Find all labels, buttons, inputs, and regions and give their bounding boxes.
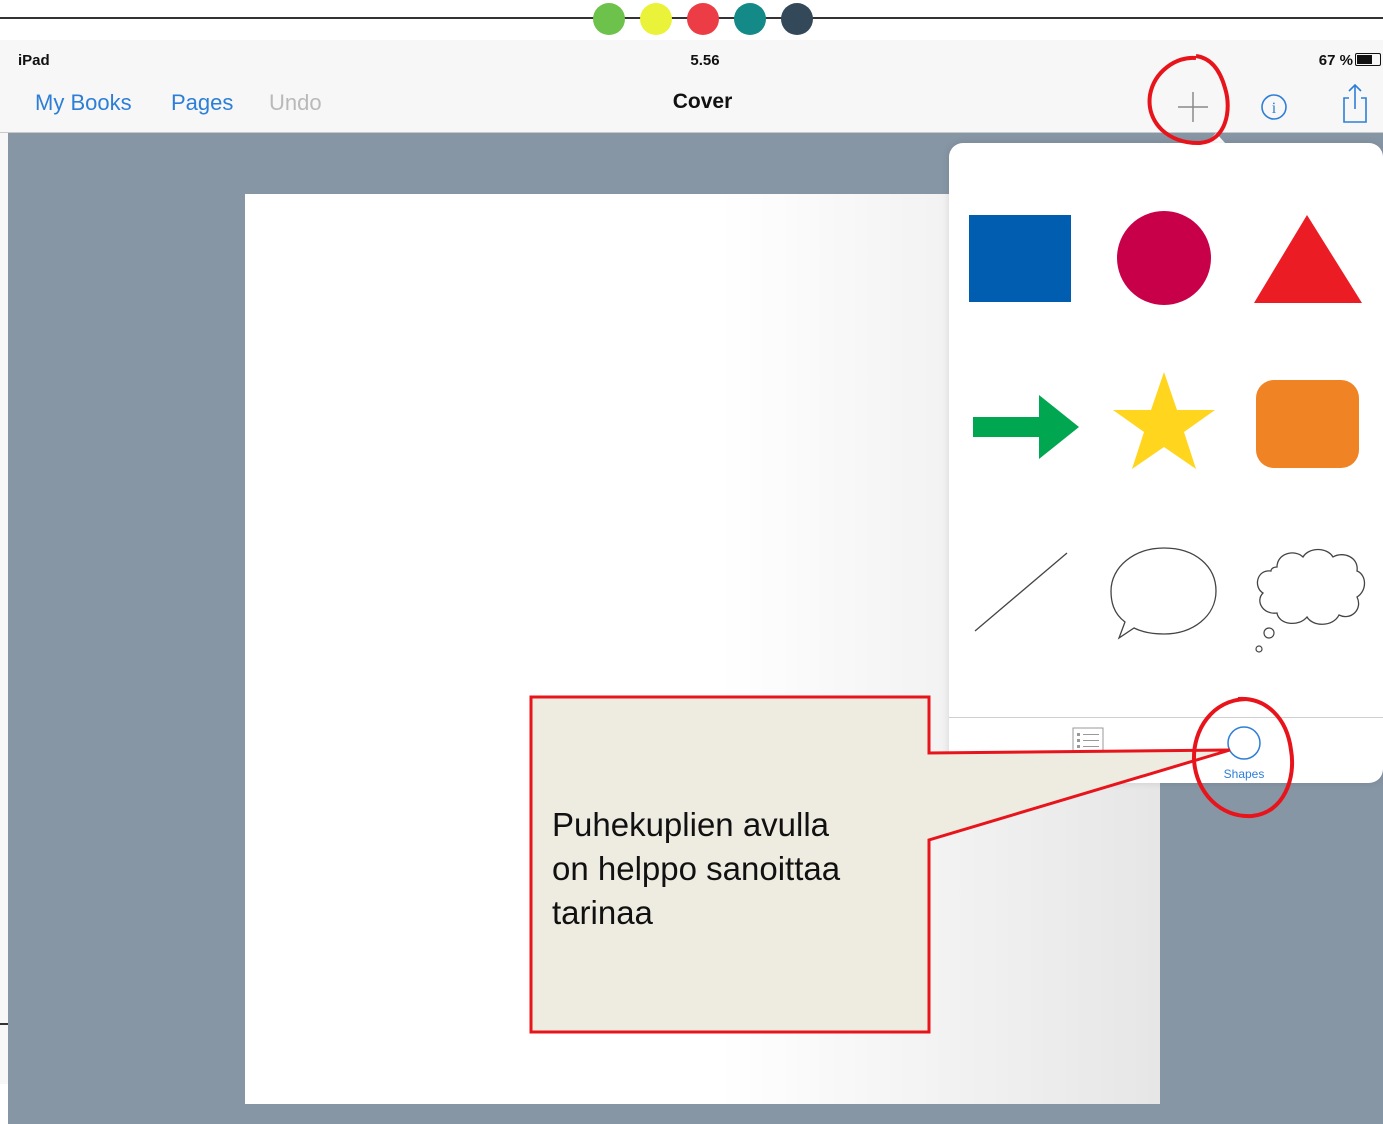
header-dot-navy bbox=[781, 3, 813, 35]
star-shape[interactable] bbox=[1104, 365, 1224, 485]
circle-icon bbox=[1227, 726, 1261, 760]
header-dots bbox=[593, 3, 815, 35]
tab-shapes[interactable]: Shapes bbox=[1214, 723, 1274, 781]
status-bar: iPad 5.56 67 % bbox=[0, 40, 1383, 80]
battery-icon bbox=[1355, 53, 1381, 66]
battery-percent: 67 % bbox=[1318, 52, 1353, 69]
shapes-popover: Shapes bbox=[949, 143, 1383, 783]
header-dot-teal bbox=[734, 3, 766, 35]
callout-text: Puhekuplien avulla on helppo sanoittaa t… bbox=[552, 803, 912, 935]
arrow-shape[interactable] bbox=[959, 365, 1079, 485]
callout-line: Puhekuplien avulla bbox=[552, 806, 830, 843]
svg-text:i: i bbox=[1272, 100, 1277, 117]
slide-left-rule bbox=[0, 1023, 8, 1025]
line-shape[interactable] bbox=[959, 543, 1079, 663]
plus-icon[interactable] bbox=[1176, 90, 1210, 124]
circle-shape[interactable] bbox=[1104, 198, 1224, 318]
header-dot-yellow bbox=[640, 3, 672, 35]
speech-bubble-shape[interactable] bbox=[1104, 543, 1224, 663]
callout-line: on helppo sanoittaa bbox=[552, 850, 841, 887]
triangle-shape[interactable] bbox=[1247, 198, 1367, 318]
list-icon[interactable] bbox=[1072, 727, 1104, 755]
thought-bubble-shape[interactable] bbox=[1247, 543, 1367, 663]
info-icon[interactable]: i bbox=[1260, 93, 1288, 121]
rounded-square-shape[interactable] bbox=[1247, 365, 1367, 485]
callout-line: tarinaa bbox=[552, 894, 653, 931]
share-icon[interactable] bbox=[1340, 82, 1370, 126]
square-shape[interactable] bbox=[959, 198, 1079, 318]
header-dot-green bbox=[593, 3, 625, 35]
status-time: 5.56 bbox=[690, 52, 720, 69]
tab-shapes-label: Shapes bbox=[1223, 767, 1265, 781]
popover-tab-bar: Shapes bbox=[949, 717, 1383, 784]
header-dot-red bbox=[687, 3, 719, 35]
